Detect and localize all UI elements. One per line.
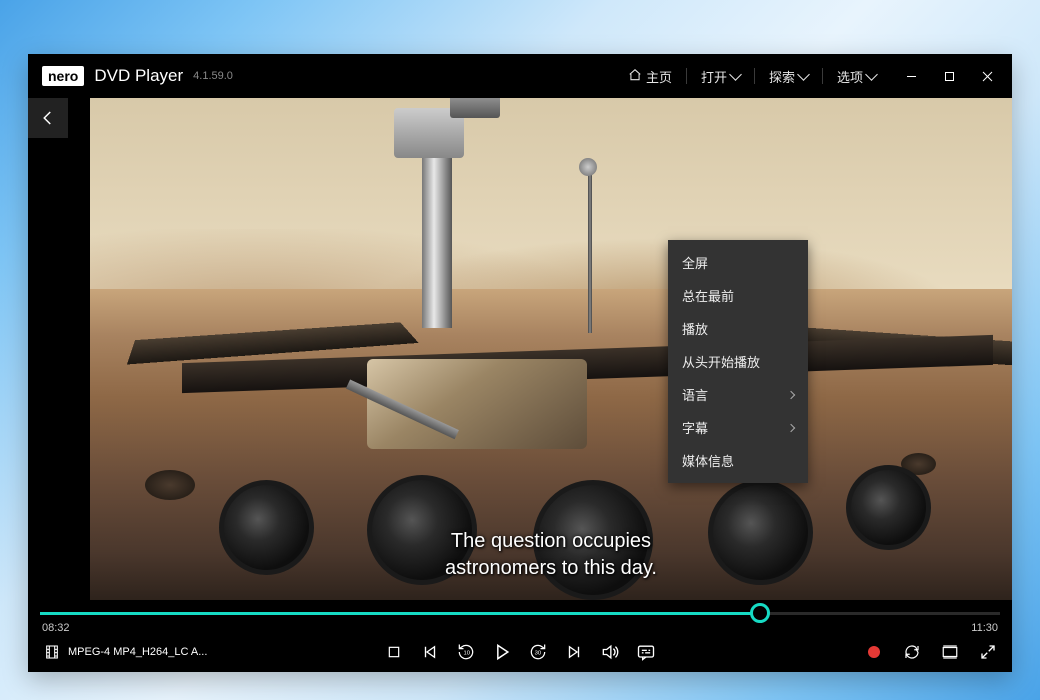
record-icon [868, 646, 880, 658]
chevron-down-icon [797, 68, 810, 81]
record-button[interactable] [864, 642, 884, 662]
subtitle-text: The question occupies astronomers to thi… [90, 528, 1012, 582]
options-label: 选项 [837, 67, 863, 86]
play-button[interactable] [492, 642, 512, 662]
back-button[interactable] [28, 98, 68, 138]
aspect-ratio-button[interactable] [940, 642, 960, 662]
seek-bar[interactable] [28, 606, 1012, 620]
seek-thumb[interactable] [750, 603, 770, 623]
brand-logo: nero [42, 66, 84, 86]
minimize-button[interactable] [894, 62, 928, 90]
stop-button[interactable] [384, 642, 404, 662]
maximize-button[interactable] [932, 62, 966, 90]
file-info[interactable]: MPEG-4 MP4_H264_LC A... [42, 642, 207, 662]
chevron-down-icon [865, 68, 878, 81]
home-button[interactable]: 主页 [620, 63, 680, 90]
forward-30-button[interactable]: 30 [528, 642, 548, 662]
subtitle-line1: The question occupies [451, 530, 651, 552]
ctx-always-on-top[interactable]: 总在最前 [668, 279, 808, 312]
video-frame: The question occupies astronomers to thi… [90, 98, 1012, 600]
close-button[interactable] [970, 62, 1004, 90]
explore-label: 探索 [769, 67, 795, 86]
app-window: nero DVD Player 4.1.59.0 主页 打开 探索 选项 [28, 54, 1012, 672]
ctx-language[interactable]: 语言 [668, 378, 808, 411]
open-label: 打开 [701, 67, 727, 86]
prev-button[interactable] [420, 642, 440, 662]
ctx-fullscreen[interactable]: 全屏 [668, 246, 808, 279]
rewind-10-button[interactable]: 10 [456, 642, 476, 662]
subtitle-button[interactable] [636, 642, 656, 662]
svg-text:30: 30 [535, 651, 542, 657]
video-area[interactable]: The question occupies astronomers to thi… [28, 98, 1012, 606]
subtitle-line2: astronomers to this day. [445, 557, 657, 579]
home-icon [628, 68, 642, 85]
ctx-play[interactable]: 播放 [668, 312, 808, 345]
title-bar: nero DVD Player 4.1.59.0 主页 打开 探索 选项 [28, 54, 1012, 98]
volume-button[interactable] [600, 642, 620, 662]
home-label: 主页 [646, 67, 672, 86]
options-button[interactable]: 选项 [829, 63, 884, 90]
time-total: 11:30 [971, 622, 998, 634]
seek-fill [40, 612, 760, 615]
ctx-subtitle[interactable]: 字幕 [668, 411, 808, 444]
app-version: 4.1.59.0 [193, 70, 233, 82]
ctx-media-info[interactable]: 媒体信息 [668, 444, 808, 477]
open-button[interactable]: 打开 [693, 63, 748, 90]
svg-text:10: 10 [464, 651, 471, 657]
controls: 08:32 11:30 MPEG-4 MP4_H264_LC A... 10 3… [28, 606, 1012, 672]
file-name: MPEG-4 MP4_H264_LC A... [68, 646, 207, 658]
app-title: DVD Player [94, 66, 183, 86]
chevron-down-icon [729, 68, 742, 81]
context-menu: 全屏 总在最前 播放 从头开始播放 语言 字幕 媒体信息 [668, 240, 808, 483]
fullscreen-button[interactable] [978, 642, 998, 662]
rotate-button[interactable] [902, 642, 922, 662]
chevron-right-icon [787, 423, 795, 431]
ctx-play-from-start[interactable]: 从头开始播放 [668, 345, 808, 378]
film-icon [42, 642, 62, 662]
time-current: 08:32 [42, 622, 70, 634]
next-button[interactable] [564, 642, 584, 662]
chevron-right-icon [787, 390, 795, 398]
explore-button[interactable]: 探索 [761, 63, 816, 90]
